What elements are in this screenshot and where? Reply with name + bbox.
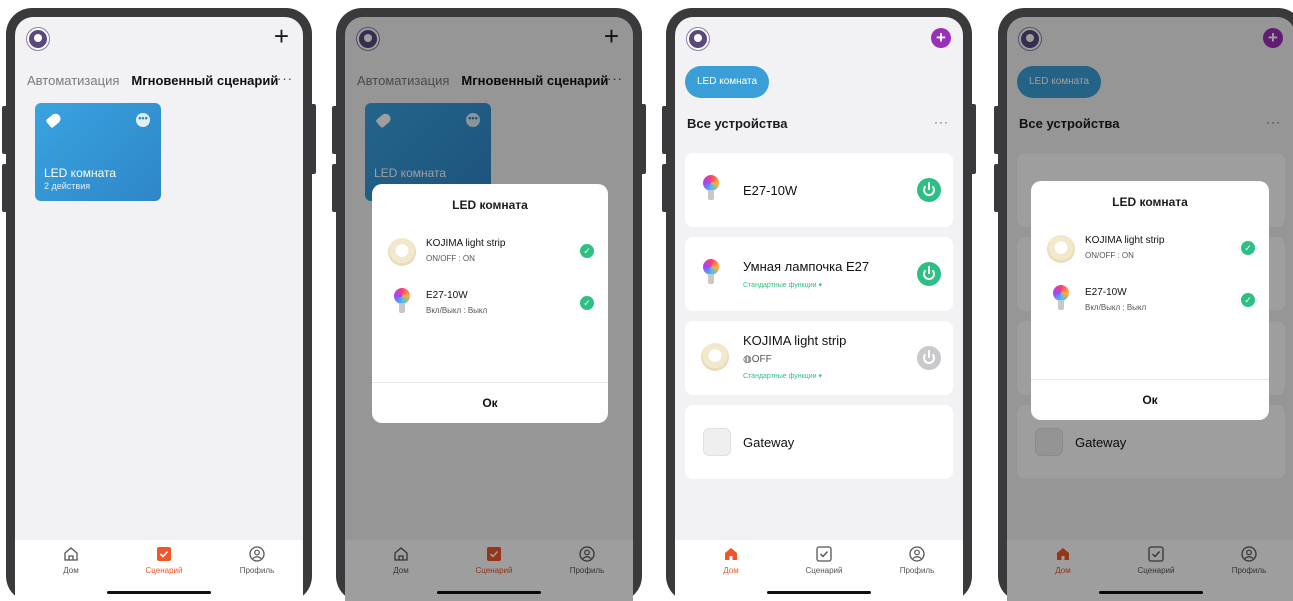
scene-icon <box>816 546 832 562</box>
nav-profile-label: Профиль <box>239 566 275 575</box>
device-state: ON/OFF : ON <box>1085 251 1134 260</box>
device-state: ON/OFF : ON <box>426 254 475 263</box>
add-icon[interactable]: + <box>274 21 289 51</box>
device-name: E27-10W <box>743 183 798 198</box>
scene-card[interactable]: ••• LED комната 2 действия <box>35 103 161 201</box>
check-icon: ✓ <box>1241 241 1255 255</box>
phone-devices: + LED комната Все устройства ··· E27-10W… <box>662 8 976 601</box>
profile-icon <box>909 546 925 562</box>
scene-subtitle: 2 действия <box>44 181 91 191</box>
device-card[interactable]: KOJIMA light strip ◍OFF Стандартные функ… <box>685 321 953 395</box>
device-status: ◍OFF <box>743 354 772 365</box>
power-icon[interactable] <box>917 178 941 202</box>
check-icon: ✓ <box>580 296 594 310</box>
home-icon <box>64 547 78 561</box>
nav-scenes-label: Сценарий <box>805 566 843 575</box>
screen: + Автоматизация Мгновенный сценарий ··· •… <box>15 17 303 601</box>
bulb-icon <box>703 175 719 205</box>
device-card[interactable]: Умная лампочка E27 Стандартные функции ▾ <box>685 237 953 311</box>
bulb-icon <box>394 288 410 318</box>
power-icon[interactable] <box>917 262 941 286</box>
section-title: Все устройства <box>687 116 788 131</box>
device-name: Умная лампочка E27 <box>743 259 870 274</box>
device-functions[interactable]: Стандартные функции ▾ <box>743 372 822 380</box>
bulb-icon <box>703 259 719 289</box>
more-icon[interactable]: ··· <box>277 71 293 86</box>
phone-scenes-dialog: + Автоматизация Мгновенный сценарий ··· •… <box>332 8 646 601</box>
nav-scenes[interactable]: Сценарий <box>134 546 194 575</box>
ok-button[interactable]: Ок <box>372 396 608 410</box>
dialog-title: LED комната <box>1112 195 1188 209</box>
scene-name: LED комната <box>44 166 117 180</box>
dialog-item: KOJIMA light strip ON/OFF : ON ✓ <box>388 236 594 270</box>
nav-profile[interactable]: Профиль <box>227 546 287 575</box>
device-name: KOJIMA light strip <box>426 238 506 249</box>
device-functions[interactable]: Стандартные функции ▾ <box>743 281 822 289</box>
phone-scenes: + Автоматизация Мгновенный сценарий ··· •… <box>2 8 316 601</box>
screen: + Автоматизация Мгновенный сценарий ··· •… <box>345 17 633 601</box>
screen: + LED комната Все устройства ··· Gateway… <box>1007 17 1293 601</box>
nav-home[interactable]: Дом <box>41 546 101 575</box>
tag-icon <box>45 111 63 129</box>
tab-automation[interactable]: Автоматизация <box>27 73 119 88</box>
light-strip-icon <box>388 238 416 266</box>
device-name: KOJIMA light strip <box>1085 235 1165 246</box>
nav-scenes-label: Сценарий <box>145 566 183 575</box>
more-icon[interactable]: ··· <box>934 115 949 129</box>
nav-home[interactable]: Дом <box>701 546 761 575</box>
dialog-title: LED комната <box>452 198 528 212</box>
home-icon <box>725 548 737 560</box>
nav-scenes[interactable]: Сценарий <box>794 546 854 575</box>
scene-more-icon[interactable]: ••• <box>136 113 150 127</box>
avatar[interactable] <box>27 28 49 50</box>
power-icon[interactable] <box>917 346 941 370</box>
add-icon[interactable]: + <box>931 28 951 48</box>
device-card[interactable]: Gateway <box>685 405 953 479</box>
nav-home-label: Дом <box>723 566 739 575</box>
device-name: KOJIMA light strip <box>743 333 847 348</box>
dialog-item: E27-10W Вкл/Выкл : Выкл ✓ <box>388 288 594 322</box>
device-state: Вкл/Выкл : Выкл <box>426 306 488 315</box>
nav-home-label: Дом <box>63 566 79 575</box>
scene-icon <box>157 547 171 561</box>
light-strip-icon <box>701 343 729 371</box>
scene-dialog: LED комната KOJIMA light strip ON/OFF : … <box>372 184 608 423</box>
nav-profile[interactable]: Профиль <box>887 546 947 575</box>
scene-dialog: LED комната KOJIMA light strip ON/OFF : … <box>1031 181 1269 420</box>
bottom-nav: Дом Сценарий Профиль <box>675 540 963 601</box>
room-tab[interactable]: LED комната <box>685 66 770 98</box>
screen: + LED комната Все устройства ··· E27-10W… <box>675 17 963 601</box>
device-name: E27-10W <box>426 290 468 301</box>
gateway-icon <box>703 428 731 456</box>
device-name: E27-10W <box>1085 287 1127 298</box>
light-strip-icon <box>1047 235 1075 263</box>
bulb-icon <box>1053 285 1069 315</box>
device-card[interactable]: E27-10W <box>685 153 953 227</box>
avatar[interactable] <box>687 28 709 50</box>
phone-devices-dialog: + LED комната Все устройства ··· Gateway… <box>994 8 1293 601</box>
device-state: Вкл/Выкл : Выкл <box>1085 303 1147 312</box>
dialog-item: E27-10W Вкл/Выкл : Выкл ✓ <box>1047 285 1255 319</box>
check-icon: ✓ <box>1241 293 1255 307</box>
ok-button[interactable]: Ок <box>1031 393 1269 407</box>
device-name: Gateway <box>743 435 795 450</box>
bottom-nav: Дом Сценарий Профиль <box>15 540 303 601</box>
nav-profile-label: Профиль <box>899 566 935 575</box>
tab-instant-scene[interactable]: Мгновенный сценарий <box>131 73 278 88</box>
check-icon: ✓ <box>580 244 594 258</box>
profile-icon <box>249 546 265 562</box>
dialog-item: KOJIMA light strip ON/OFF : ON ✓ <box>1047 233 1255 267</box>
